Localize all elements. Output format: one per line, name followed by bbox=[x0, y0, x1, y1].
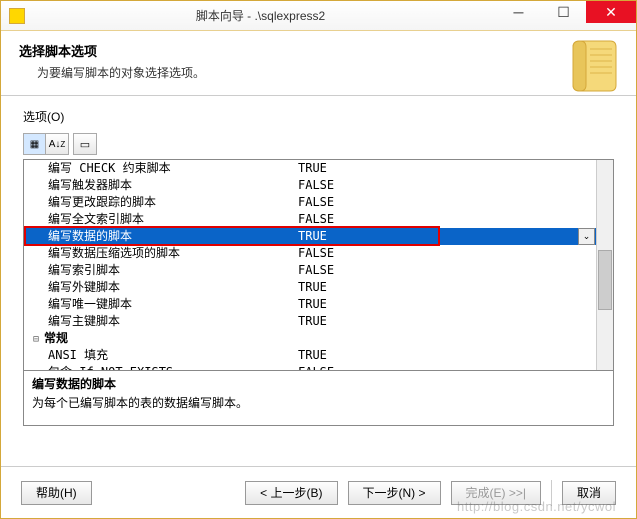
minimize-button[interactable]: ─ bbox=[496, 1, 541, 23]
option-row: ANSI 填充TRUE bbox=[24, 347, 613, 364]
vertical-scrollbar[interactable] bbox=[596, 160, 613, 370]
finish-button: 完成(E) >>| bbox=[451, 481, 541, 505]
content-area: 选项(O) ▦ A↓Z ▭ 编写 CHECK 约束脚本TRUE 编写触发器脚本F… bbox=[1, 96, 636, 436]
separator bbox=[551, 480, 552, 506]
back-button[interactable]: < 上一步(B) bbox=[245, 481, 337, 505]
help-button[interactable]: 帮助(H) bbox=[21, 481, 92, 505]
app-icon bbox=[9, 8, 25, 24]
description-panel: 编写数据的脚本 为每个已编写脚本的表的数据编写脚本。 bbox=[23, 371, 614, 426]
page-subtitle: 为要编写脚本的对象选择选项。 bbox=[37, 64, 618, 81]
option-row: 编写 CHECK 约束脚本TRUE bbox=[24, 160, 613, 177]
close-button[interactable]: ✕ bbox=[586, 1, 636, 23]
dropdown-button[interactable]: ⌄ bbox=[578, 228, 595, 245]
header-section: 选择脚本选项 为要编写脚本的对象选择选项。 bbox=[1, 31, 636, 96]
window-title: 脚本向导 - .\sqlexpress2 bbox=[25, 7, 496, 24]
titlebar: 脚本向导 - .\sqlexpress2 ─ ☐ ✕ bbox=[1, 1, 636, 31]
scrollbar-thumb[interactable] bbox=[598, 250, 612, 310]
categorized-view-icon[interactable]: ▦ bbox=[24, 134, 46, 154]
option-row: 编写触发器脚本FALSE bbox=[24, 177, 613, 194]
description-body: 为每个已编写脚本的表的数据编写脚本。 bbox=[32, 394, 605, 411]
option-row: 编写唯一键脚本TRUE bbox=[24, 296, 613, 313]
grid-toolbar: ▦ A↓Z ▭ bbox=[23, 133, 614, 155]
collapse-icon[interactable]: ⊟ bbox=[30, 331, 42, 347]
option-row: 编写主键脚本TRUE bbox=[24, 313, 613, 330]
maximize-button[interactable]: ☐ bbox=[541, 1, 586, 23]
view-toggle[interactable]: ▦ A↓Z bbox=[23, 133, 69, 155]
option-row: 编写数据压缩选项的脚本FALSE bbox=[24, 245, 613, 262]
options-label: 选项(O) bbox=[23, 108, 614, 125]
option-row: 编写更改跟踪的脚本FALSE bbox=[24, 194, 613, 211]
property-pages-icon[interactable]: ▭ bbox=[73, 133, 97, 155]
option-row: 编写全文索引脚本FALSE bbox=[24, 211, 613, 228]
description-title: 编写数据的脚本 bbox=[32, 375, 605, 392]
option-row: 编写索引脚本FALSE bbox=[24, 262, 613, 279]
option-row: 编写外键脚本TRUE bbox=[24, 279, 613, 296]
window-controls: ─ ☐ ✕ bbox=[496, 1, 636, 30]
wizard-window: 脚本向导 - .\sqlexpress2 ─ ☐ ✕ 选择脚本选项 为要编写脚本… bbox=[0, 0, 637, 519]
scroll-decoration-icon bbox=[568, 39, 618, 93]
option-row: 包含 If NOT EXISTSFALSE bbox=[24, 364, 613, 370]
options-grid[interactable]: 编写 CHECK 约束脚本TRUE 编写触发器脚本FALSE 编写更改跟踪的脚本… bbox=[23, 159, 614, 371]
alphabetical-view-icon[interactable]: A↓Z bbox=[46, 134, 68, 154]
cancel-button[interactable]: 取消 bbox=[562, 481, 616, 505]
option-row-selected: 编写数据的脚本TRUE bbox=[24, 228, 613, 245]
category-row: ⊟常规 bbox=[24, 330, 613, 347]
page-title: 选择脚本选项 bbox=[19, 41, 618, 60]
footer-buttons: 帮助(H) < 上一步(B) 下一步(N) > 完成(E) >>| 取消 bbox=[1, 466, 636, 518]
next-button[interactable]: 下一步(N) > bbox=[348, 481, 441, 505]
